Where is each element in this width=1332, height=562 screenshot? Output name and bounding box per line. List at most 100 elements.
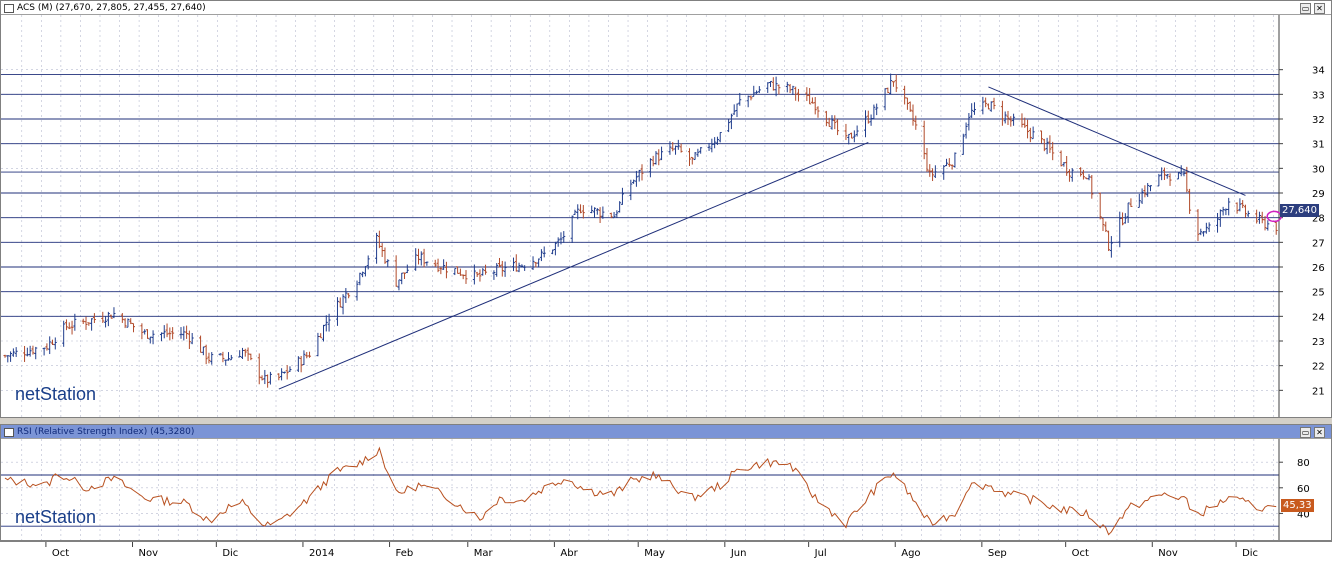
ohlc-bar <box>355 280 359 301</box>
price-tick-label: 25 <box>1312 288 1325 299</box>
ohlc-bar <box>891 81 895 87</box>
ohlc-bar <box>1179 165 1183 177</box>
ohlc-bar <box>989 101 993 112</box>
ohlc-bar <box>579 204 583 214</box>
ohlc-bar <box>679 143 683 153</box>
ohlc-bar <box>947 158 951 167</box>
ohlc-bar <box>210 352 214 365</box>
ohlc-bar <box>615 210 619 218</box>
ohlc-bar <box>570 215 574 243</box>
ohlc-bar <box>190 332 194 345</box>
ohlc-bar <box>676 139 680 150</box>
month-label: Sep <box>988 548 1007 559</box>
ohlc-bar <box>875 103 879 116</box>
ohlc-bar <box>403 272 407 279</box>
ohlc-bar <box>257 353 261 385</box>
ohlc-bar <box>120 313 124 323</box>
time-axis-svg: Oct Nov Dic 2014 Feb Mar Abr May Jun Jul Ago Sep Oct… <box>45 542 1258 559</box>
ohlc-bar <box>227 352 231 361</box>
ohlc-bar <box>950 164 954 170</box>
ohlc-bar <box>397 279 401 291</box>
ohlc-bar <box>922 120 926 160</box>
ohlc-bar <box>444 261 448 279</box>
ohlc-bar <box>1202 231 1206 237</box>
ohlc-bar <box>749 95 753 101</box>
ohlc-bar <box>1065 155 1069 176</box>
price-panel-title: ACS (M) (27,670, 27,805, 27,455, 27,640) <box>17 3 206 13</box>
ohlc-bar <box>755 90 759 94</box>
ohlc-bar <box>285 365 289 380</box>
ohlc-bar <box>660 146 664 161</box>
ohlc-bar <box>964 122 968 139</box>
ohlc-bar <box>481 268 485 276</box>
ohlc-bar <box>905 97 909 110</box>
month-label: May <box>644 548 665 559</box>
ohlc-bar <box>657 149 661 166</box>
price-chart-panel[interactable]: ACS (M) (27,670, 27,805, 27,455, 27,640)… <box>0 0 1332 418</box>
ohlc-bar <box>970 103 974 119</box>
ohlc-bar <box>498 257 502 268</box>
price-tick-label: 26 <box>1312 263 1325 274</box>
ohlc-bar <box>883 88 887 111</box>
ohlc-bar <box>1084 177 1088 180</box>
ohlc-bar <box>296 356 300 372</box>
ohlc-bar <box>1165 173 1169 179</box>
ohlc-bar <box>145 329 149 339</box>
ohlc-bar <box>358 272 362 286</box>
ohlc-bar <box>394 255 398 287</box>
ohlc-bar <box>648 158 652 178</box>
ohlc-bar <box>1031 126 1035 140</box>
ohlc-bar <box>632 179 636 184</box>
close-button[interactable]: ✕ <box>1314 3 1325 14</box>
price-tick-label: 31 <box>1312 140 1325 151</box>
ohlc-bar <box>869 114 873 126</box>
ohlc-bar <box>1048 135 1052 153</box>
ohlc-bar <box>844 123 848 141</box>
ohlc-bar <box>1157 173 1161 187</box>
ohlc-bar <box>816 106 820 118</box>
ohlc-bar <box>375 232 379 264</box>
ohlc-bar <box>967 113 971 131</box>
ohlc-bar <box>1126 202 1130 223</box>
ohlc-bar <box>1162 167 1166 180</box>
restore-button[interactable]: ▭ <box>1300 427 1311 438</box>
rsi-chart-panel[interactable]: RSI (Relative Strength Index) (45,3280) … <box>0 424 1332 541</box>
ohlc-bar <box>1227 197 1231 216</box>
ohlc-bar <box>67 322 71 330</box>
ohlc-bar <box>1160 167 1164 181</box>
ohlc-bar <box>104 316 108 328</box>
ohlc-bar <box>199 335 203 353</box>
month-label: Nov <box>1158 548 1178 559</box>
ohlc-bar <box>581 205 585 219</box>
ohlc-bar <box>1087 174 1091 181</box>
ohlc-bar <box>634 170 638 187</box>
ohlc-bar <box>654 151 658 165</box>
ohlc-bar <box>159 332 163 342</box>
ohlc-bar <box>1218 209 1222 227</box>
rsi-line <box>4 446 1277 536</box>
ohlc-bar <box>305 352 309 359</box>
ohlc-bar <box>796 88 800 102</box>
ohlc-bar <box>696 148 700 157</box>
ohlc-bar <box>182 326 186 341</box>
month-label: Abr <box>560 548 578 559</box>
ohlc-bar <box>1129 198 1133 207</box>
ohlc-bar <box>478 269 482 282</box>
ohlc-bar <box>1090 174 1094 199</box>
ohlc-bar <box>531 256 535 270</box>
ohlc-bar <box>690 156 694 165</box>
ohlc-bar <box>90 318 94 331</box>
ohlc-bar <box>687 148 691 166</box>
ohlc-bar <box>1109 236 1113 258</box>
restore-button[interactable]: ▭ <box>1300 3 1311 14</box>
ohlc-bar <box>132 323 136 333</box>
ohlc-bar <box>1123 213 1127 224</box>
ohlc-bar <box>1263 215 1267 231</box>
rsi-panel-titlebar: RSI (Relative Strength Index) (45,3280) … <box>1 425 1331 439</box>
ohlc-bar <box>674 145 678 155</box>
ohlc-bar <box>207 352 211 364</box>
ohlc-bar <box>777 84 781 95</box>
ohlc-bar <box>1216 212 1220 233</box>
close-button[interactable]: ✕ <box>1314 427 1325 438</box>
ohlc-bar <box>81 318 85 325</box>
